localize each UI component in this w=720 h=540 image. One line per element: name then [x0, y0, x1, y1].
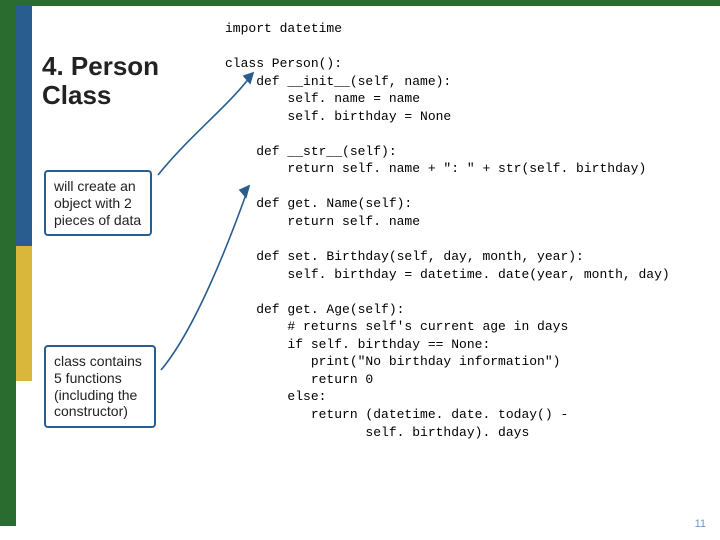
sidebar-stripe-green: [0, 6, 16, 526]
page-number: 11: [695, 518, 706, 530]
callout-constructor-note: will create an object with 2 pieces of d…: [44, 170, 152, 236]
callout-function-count: class contains 5 functions (including th…: [44, 345, 156, 428]
arrow-to-init: [150, 65, 260, 180]
sidebar-stripe-blue: [16, 6, 32, 246]
arrow-to-class-body: [155, 180, 255, 375]
sidebar-stripe-yellow: [16, 246, 32, 381]
code-listing: import datetime class Person(): def __in…: [225, 20, 715, 441]
top-accent-bar: [0, 0, 720, 6]
